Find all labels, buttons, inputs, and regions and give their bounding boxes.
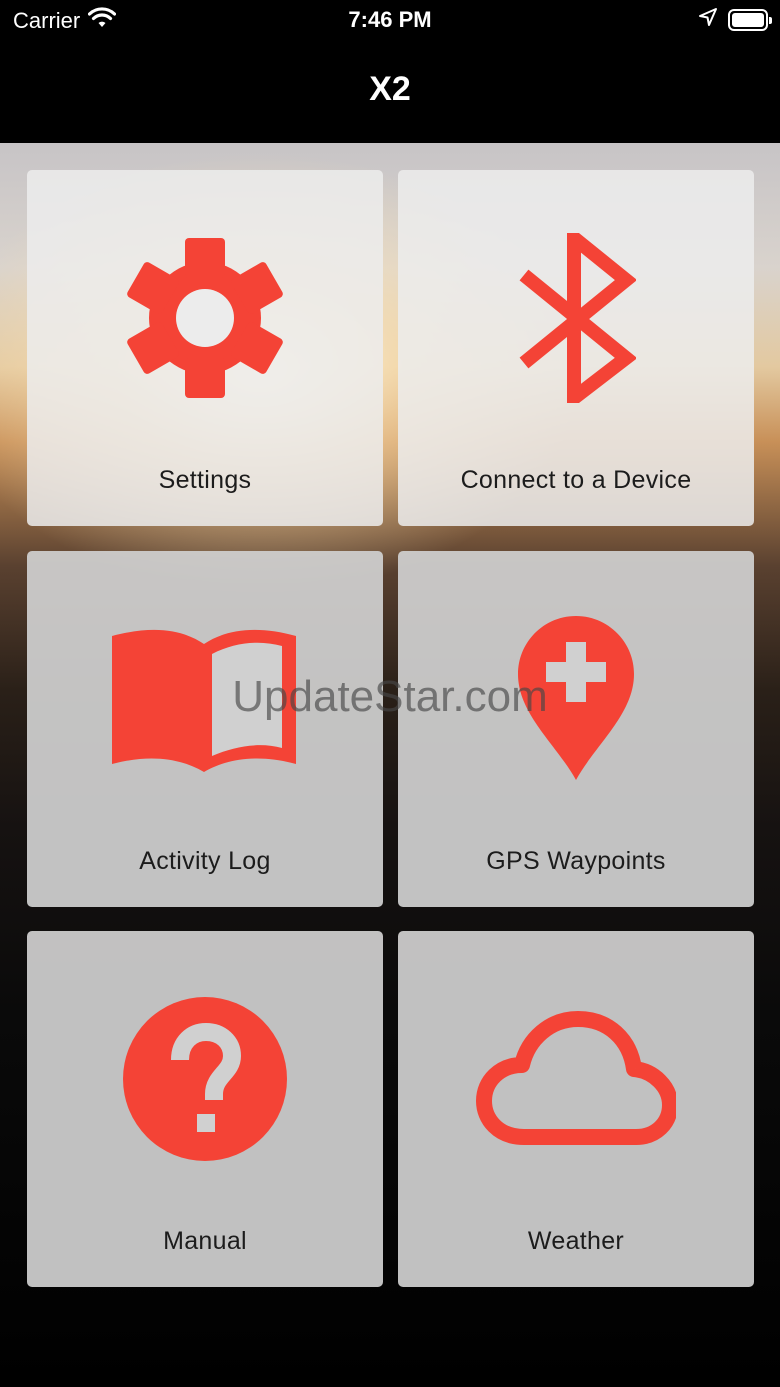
status-right: [698, 7, 772, 33]
settings-tile[interactable]: Settings: [27, 170, 383, 526]
manual-label: Manual: [163, 1227, 247, 1255]
weather-tile[interactable]: Weather: [398, 931, 754, 1287]
gear-icon: [27, 230, 383, 405]
battery-icon: [728, 9, 772, 31]
manual-tile[interactable]: Manual: [27, 931, 383, 1287]
weather-label: Weather: [527, 1227, 625, 1255]
open-book-icon: [27, 611, 383, 786]
bluetooth-icon: [398, 230, 754, 405]
status-bar: Carrier 7:46 PM: [0, 0, 780, 40]
gps-waypoints-label: GPS Waypoints: [486, 847, 666, 875]
menu-grid-background: Settings Connect to a Device Activity Lo…: [0, 143, 780, 1387]
settings-label: Settings: [158, 466, 252, 494]
map-pin-plus-icon: [398, 611, 754, 786]
gps-waypoints-tile[interactable]: GPS Waypoints: [398, 551, 754, 907]
help-circle-icon: [27, 991, 383, 1166]
location-arrow-icon: [698, 7, 718, 33]
app-screen: Carrier 7:46 PM X2 Settings Connect to a…: [0, 0, 780, 1387]
connect-device-label: Connect to a Device: [460, 466, 692, 494]
activity-log-label: Activity Log: [139, 847, 271, 875]
cloud-icon: [398, 991, 754, 1166]
activity-log-tile[interactable]: Activity Log: [27, 551, 383, 907]
connect-device-tile[interactable]: Connect to a Device: [398, 170, 754, 526]
page-title: X2: [369, 70, 411, 108]
clock: 7:46 PM: [348, 7, 432, 32]
navigation-bar: X2: [0, 40, 780, 143]
